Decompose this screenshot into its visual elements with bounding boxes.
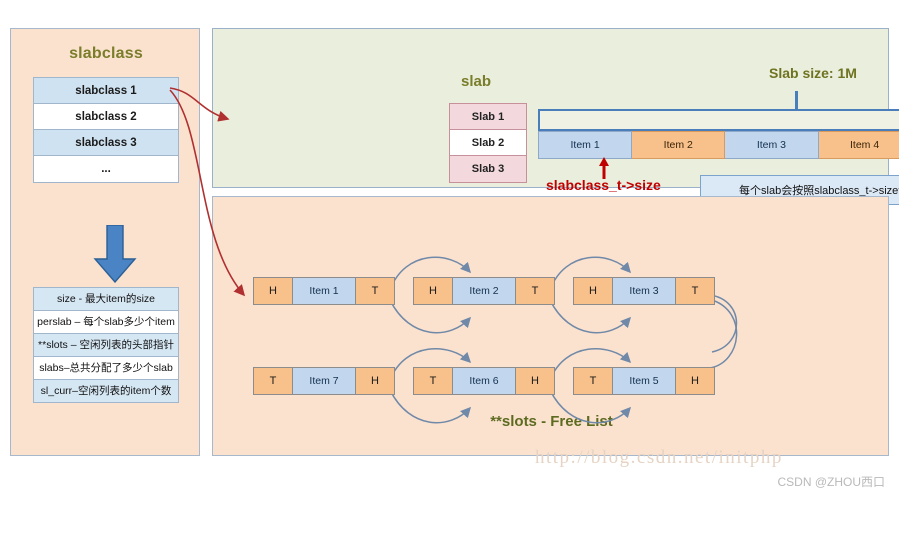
list-item: perslab – 每个slab多少个item [33, 310, 179, 334]
node-head-cell: T [414, 368, 452, 394]
list-item[interactable]: ... [34, 156, 178, 182]
node-tail-cell: H [676, 368, 714, 394]
slab-size-label: Slab size: 1M [769, 65, 857, 81]
slabclass-size-pointer-label: slabclass_t->size [546, 177, 661, 193]
list-item[interactable]: Slab 1 [450, 104, 526, 130]
list-item: sl_curr–空闲列表的item个数 [33, 379, 179, 403]
list-item: size - 最大item的size [33, 287, 179, 311]
node-item-cell: Item 2 [452, 278, 516, 304]
free-list-node[interactable]: T Item 7 H [253, 367, 395, 395]
node-head-cell: T [254, 368, 292, 394]
node-item-cell: Item 3 [612, 278, 676, 304]
list-item[interactable]: slabclass 1 [34, 78, 178, 104]
list-item[interactable]: Slab 3 [450, 156, 526, 182]
down-arrow-icon [93, 225, 137, 283]
list-item[interactable]: Slab 2 [450, 130, 526, 156]
node-item-cell: Item 6 [452, 368, 516, 394]
list-item: **slots – 空闲列表的头部指针 [33, 333, 179, 357]
node-tail-cell: T [356, 278, 394, 304]
node-head-cell: H [254, 278, 292, 304]
list-item[interactable]: slabclass 2 [34, 104, 178, 130]
item-cell: Item 2 [632, 131, 726, 159]
free-list-node[interactable]: T Item 5 H [573, 367, 715, 395]
free-list-node[interactable]: H Item 3 T [573, 277, 715, 305]
footer-watermark: CSDN @ZHOU西口 [777, 475, 885, 489]
node-item-cell: Item 5 [612, 368, 676, 394]
slabclass-list: slabclass 1 slabclass 2 slabclass 3 ... [33, 77, 179, 183]
slab-panel-title: slab [461, 73, 492, 90]
slab-size-stem [795, 91, 798, 110]
node-tail-cell: H [516, 368, 554, 394]
node-tail-cell: H [356, 368, 394, 394]
free-list-title: **slots - Free List [490, 413, 613, 430]
free-list-node[interactable]: T Item 6 H [413, 367, 555, 395]
node-tail-cell: T [516, 278, 554, 304]
slab-stack-list: Slab 1 Slab 2 Slab 3 [449, 103, 527, 183]
slabclass-panel-title: slabclass [69, 45, 143, 62]
node-head-cell: H [574, 278, 612, 304]
slabclass-struct-fields: size - 最大item的size perslab – 每个slab多少个it… [33, 287, 179, 403]
node-item-cell: Item 1 [292, 278, 356, 304]
item-cell: Item 1 [538, 131, 633, 159]
free-list-panel: http://blog.csdn.net/initphp **slots - F… [212, 196, 889, 468]
slab-memory-outline [538, 109, 899, 131]
node-item-cell: Item 7 [292, 368, 356, 394]
node-head-cell: H [414, 278, 452, 304]
node-head-cell: T [574, 368, 612, 394]
free-list-node[interactable]: H Item 2 T [413, 277, 555, 305]
item-cell: Item 3 [725, 131, 819, 159]
slab-item-strip: Item 1 Item 2 Item 3 Item 4 Item 5 ..... [538, 131, 899, 159]
list-item[interactable]: slabclass 3 [34, 130, 178, 156]
node-tail-cell: T [676, 278, 714, 304]
free-list-node[interactable]: H Item 1 T [253, 277, 395, 305]
slab-panel: slab Slab size: 1M Slab 1 Slab 2 Slab 3 … [212, 28, 899, 205]
list-item: slabs–总共分配了多少个slab [33, 356, 179, 380]
up-arrow-icon [599, 157, 609, 179]
slabclass-panel: slabclass slabclass 1 slabclass 2 slabcl… [10, 28, 200, 456]
item-cell: Item 4 [818, 131, 899, 159]
watermark-text: http://blog.csdn.net/initphp [535, 447, 783, 468]
